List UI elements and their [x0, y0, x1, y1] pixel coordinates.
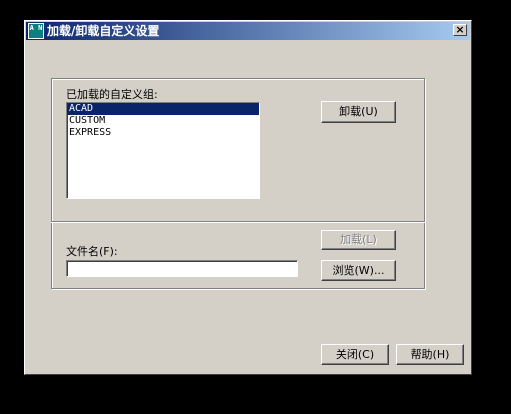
window-title: 加载/卸载自定义设置	[47, 24, 160, 38]
group-divider	[51, 221, 425, 223]
close-icon[interactable]: ×	[453, 24, 467, 36]
list-item[interactable]: EXPRESS	[67, 127, 259, 139]
help-button[interactable]: 帮助(H)	[396, 344, 464, 365]
title-bar[interactable]: A N 加载/卸载自定义设置 ×	[26, 22, 470, 40]
file-name-label: 文件名(F):	[66, 245, 118, 258]
list-item[interactable]: CUSTOM	[67, 115, 259, 127]
browse-button[interactable]: 浏览(W)...	[321, 260, 396, 281]
list-item[interactable]: ACAD	[67, 103, 259, 115]
customization-dialog: A N 加载/卸载自定义设置 × 已加载的自定义组: ACAD CUSTOM EXP…	[24, 20, 472, 375]
loaded-groups-label: 已加载的自定义组:	[66, 88, 158, 101]
unload-button[interactable]: 卸载(U)	[321, 101, 396, 123]
app-icon: A N	[28, 23, 44, 39]
file-name-input[interactable]	[66, 260, 298, 277]
loaded-groups-list[interactable]: ACAD CUSTOM EXPRESS	[66, 102, 260, 199]
load-button[interactable]: 加载(L)	[321, 230, 396, 250]
close-button[interactable]: 关闭(C)	[321, 344, 389, 365]
